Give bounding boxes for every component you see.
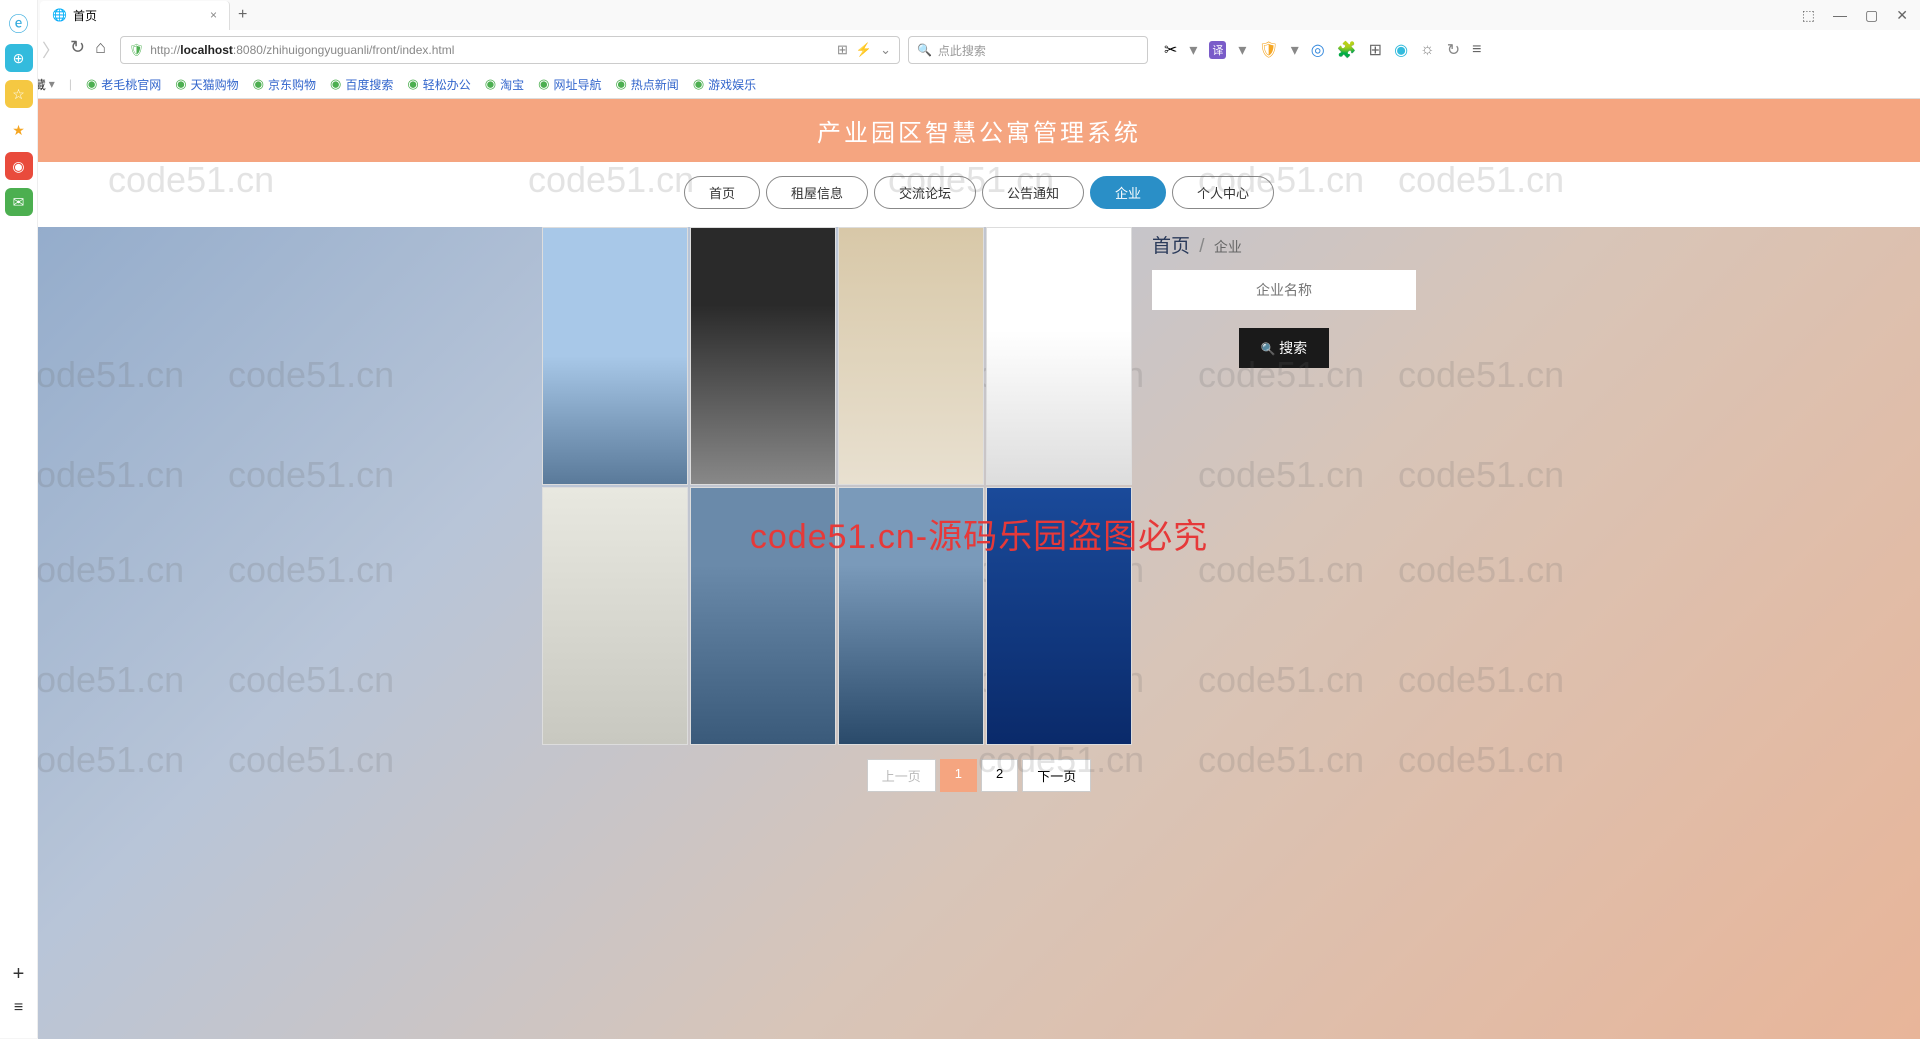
circle-icon[interactable]: ◉ bbox=[1394, 40, 1408, 60]
search-bar[interactable]: 🔍 点此搜索 bbox=[908, 36, 1148, 64]
search-placeholder: 点此搜索 bbox=[938, 42, 986, 59]
next-page-button[interactable]: 下一页 bbox=[1022, 759, 1091, 792]
globe-icon: 🌐 bbox=[52, 8, 67, 22]
grid-icon[interactable]: ⊞ bbox=[1369, 40, 1382, 60]
search-button[interactable]: 搜索 bbox=[1239, 328, 1329, 368]
gallery-item[interactable] bbox=[690, 227, 836, 485]
bookmark-icon: ◉ bbox=[86, 76, 97, 92]
nav-tab-forum[interactable]: 交流论坛 bbox=[874, 176, 976, 209]
extension-icon[interactable]: 🧩 bbox=[1337, 40, 1357, 60]
bookmark-icon: ◉ bbox=[693, 76, 704, 92]
page-number-button[interactable]: 1 bbox=[940, 759, 977, 792]
bookmark-icon: ◉ bbox=[407, 76, 418, 92]
gallery-item[interactable] bbox=[838, 487, 984, 745]
qr-icon[interactable]: ⊞ bbox=[837, 42, 848, 58]
browser-tab[interactable]: 🌐 首页 × bbox=[40, 1, 230, 30]
enterprise-gallery bbox=[542, 227, 1132, 745]
menu-icon[interactable]: ≡ bbox=[1472, 41, 1481, 59]
nav-tab-rental[interactable]: 租屋信息 bbox=[766, 176, 868, 209]
app-icon-3[interactable]: ★ bbox=[5, 116, 33, 144]
bookmark-icon: ◉ bbox=[485, 76, 496, 92]
url-text: http://localhost:8080/zhihuigongyuguanli… bbox=[150, 43, 831, 57]
window-controls: ⬚ — ▢ ✕ bbox=[1802, 7, 1920, 24]
bookmark-item[interactable]: ◉天猫购物 bbox=[175, 76, 238, 93]
gallery-item[interactable] bbox=[542, 227, 688, 485]
bookmark-item[interactable]: ◉淘宝 bbox=[485, 76, 524, 93]
security-icon[interactable]: 🛡 bbox=[1258, 40, 1278, 60]
search-sidebar: 首页 / 企业 搜索 bbox=[1152, 227, 1416, 745]
bookmark-item[interactable]: ◉网址导航 bbox=[538, 76, 601, 93]
bookmark-icon: ◉ bbox=[615, 76, 626, 92]
page-content: code51.cn code51.cn code51.cn code51.cn … bbox=[38, 99, 1920, 1039]
page-viewport: code51.cn code51.cn code51.cn code51.cn … bbox=[38, 99, 1920, 1039]
nav-tab-home[interactable]: 首页 bbox=[684, 176, 760, 209]
pagination: 上一页 1 2 下一页 bbox=[38, 745, 1920, 806]
breadcrumb-current: 企业 bbox=[1214, 239, 1242, 255]
close-tab-icon[interactable]: × bbox=[210, 8, 217, 22]
shield-icon: 🛡 bbox=[129, 43, 144, 57]
settings-icon[interactable]: ☼ bbox=[1420, 41, 1435, 59]
add-app-button[interactable]: + bbox=[5, 960, 33, 988]
url-bar[interactable]: 🛡 http://localhost:8080/zhihuigongyuguan… bbox=[120, 36, 900, 64]
flash-icon[interactable]: ⚡ bbox=[856, 42, 872, 58]
bookmark-item[interactable]: ◉热点新闻 bbox=[615, 76, 678, 93]
gallery-item[interactable] bbox=[542, 487, 688, 745]
app-icon-1[interactable]: ⊕ bbox=[5, 44, 33, 72]
gallery-item[interactable] bbox=[690, 487, 836, 745]
content-area: 首页 / 企业 搜索 bbox=[38, 227, 1920, 745]
bookmark-icon: ◉ bbox=[538, 76, 549, 92]
browser-logo-icon: ⓔ bbox=[5, 8, 33, 36]
app-icon-4[interactable]: ◉ bbox=[5, 152, 33, 180]
window-maximize-icon[interactable]: ▢ bbox=[1865, 7, 1878, 24]
tab-title: 首页 bbox=[73, 7, 97, 24]
gallery-item[interactable] bbox=[986, 487, 1132, 745]
nav-tabs: 首页 租屋信息 交流论坛 公告通知 企业 个人中心 bbox=[38, 162, 1920, 227]
bookmark-icon: ◉ bbox=[175, 76, 186, 92]
bookmark-item[interactable]: ◉游戏娱乐 bbox=[693, 76, 756, 93]
bookmark-item[interactable]: ◉老毛桃官网 bbox=[86, 76, 161, 93]
page-number-button[interactable]: 2 bbox=[981, 759, 1018, 792]
window-pin-icon[interactable]: ⬚ bbox=[1802, 7, 1815, 24]
scissors-icon[interactable]: ✂ bbox=[1164, 40, 1177, 60]
breadcrumb-home[interactable]: 首页 bbox=[1152, 236, 1190, 257]
window-minimize-icon[interactable]: — bbox=[1833, 7, 1847, 24]
restore-icon[interactable]: ↻ bbox=[1447, 40, 1460, 60]
gallery-item[interactable] bbox=[986, 227, 1132, 485]
url-actions: ⊞ ⚡ ⌄ bbox=[837, 42, 891, 58]
bookmark-icon: ◉ bbox=[253, 76, 264, 92]
window-close-icon[interactable]: ✕ bbox=[1896, 7, 1908, 24]
bookmark-item[interactable]: ◉百度搜索 bbox=[330, 76, 393, 93]
translate-icon[interactable]: 译 bbox=[1209, 41, 1226, 59]
breadcrumb-separator: / bbox=[1199, 236, 1204, 257]
toolbar-icons: ✂ ▾ 译 ▾ 🛡 ▾ ◎ 🧩 ⊞ ◉ ☼ ↻ ≡ bbox=[1156, 40, 1490, 60]
enterprise-name-input[interactable] bbox=[1152, 270, 1416, 310]
bookmark-item[interactable]: ◉轻松办公 bbox=[407, 76, 470, 93]
reload-button[interactable]: ↻ bbox=[70, 37, 85, 63]
search-icon: 🔍 bbox=[917, 43, 932, 57]
target-icon[interactable]: ◎ bbox=[1311, 40, 1325, 60]
gallery-item[interactable] bbox=[838, 227, 984, 485]
page-title-banner: 产业园区智慧公寓管理系统 bbox=[38, 99, 1920, 162]
app-sidebar: ⓔ ⊕ ☆ ★ ◉ ✉ + ≡ bbox=[0, 0, 38, 1038]
app-icon-2[interactable]: ☆ bbox=[5, 80, 33, 108]
nav-tab-notice[interactable]: 公告通知 bbox=[982, 176, 1084, 209]
home-button[interactable]: ⌂ bbox=[95, 37, 106, 63]
nav-tab-enterprise[interactable]: 企业 bbox=[1090, 176, 1166, 209]
app-menu-button[interactable]: ≡ bbox=[5, 994, 33, 1022]
browser-chrome: 🌐 首页 × + ⬚ — ▢ ✕ 〈 〉 ↻ ⌂ 🛡 http://localh… bbox=[0, 0, 1920, 99]
bookmarks-bar: ★ 收藏 ▾ | ◉老毛桃官网 ◉天猫购物 ◉京东购物 ◉百度搜索 ◉轻松办公 … bbox=[0, 70, 1920, 98]
nav-bar: 〈 〉 ↻ ⌂ 🛡 http://localhost:8080/zhihuigo… bbox=[0, 30, 1920, 70]
breadcrumb: 首页 / 企业 bbox=[1152, 227, 1416, 258]
nav-tab-personal[interactable]: 个人中心 bbox=[1172, 176, 1274, 209]
prev-page-button[interactable]: 上一页 bbox=[867, 759, 936, 792]
bookmark-icon: ◉ bbox=[330, 76, 341, 92]
new-tab-button[interactable]: + bbox=[230, 2, 255, 28]
forward-button[interactable]: 〉 bbox=[42, 37, 60, 63]
app-icon-5[interactable]: ✉ bbox=[5, 188, 33, 216]
bookmark-item[interactable]: ◉京东购物 bbox=[253, 76, 316, 93]
chevron-down-icon[interactable]: ⌄ bbox=[880, 42, 891, 58]
tab-bar: 🌐 首页 × + ⬚ — ▢ ✕ bbox=[0, 0, 1920, 30]
